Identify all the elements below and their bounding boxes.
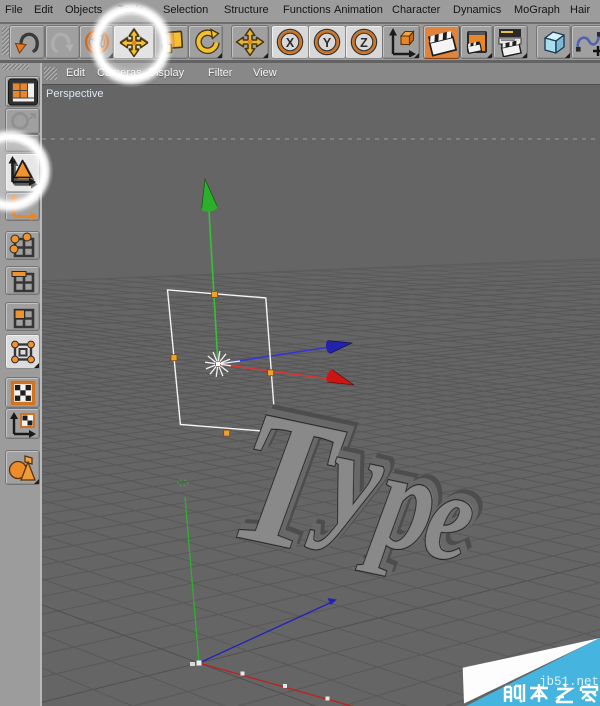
svg-text:X: X <box>286 36 295 50</box>
svg-text:Y: Y <box>323 36 332 50</box>
svg-text:Z: Z <box>360 36 368 50</box>
